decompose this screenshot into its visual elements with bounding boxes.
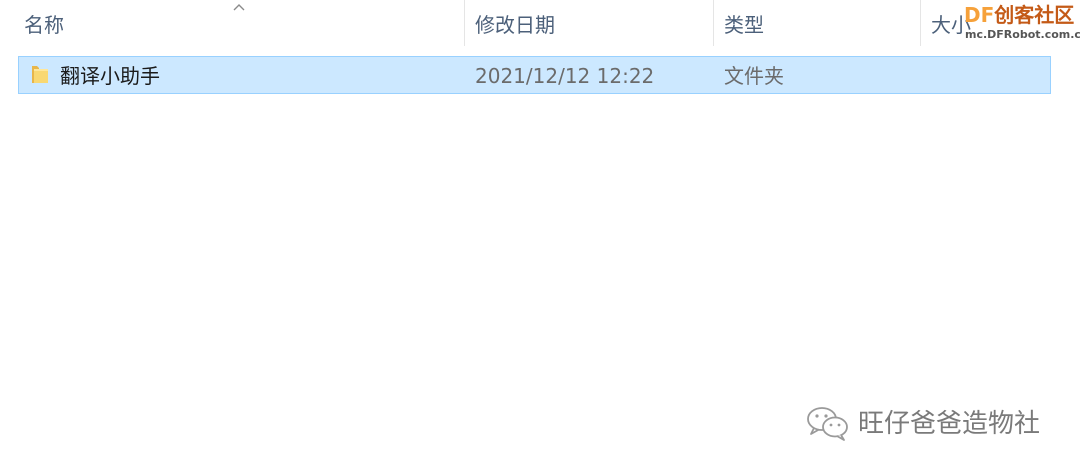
- dfrobot-logo-letters: DF: [964, 3, 995, 27]
- file-date-modified: 2021/12/12 12:22: [475, 64, 655, 88]
- wechat-icon: [807, 407, 848, 441]
- file-type: 文件夹: [724, 64, 784, 88]
- column-header-row: 名称 修改日期 类型 大小: [0, 0, 1080, 50]
- column-divider[interactable]: [920, 0, 921, 46]
- file-name[interactable]: 翻译小助手: [60, 57, 160, 93]
- column-divider[interactable]: [464, 0, 465, 46]
- file-row[interactable]: 翻译小助手 2021/12/12 12:22 文件夹: [18, 56, 1051, 94]
- sort-ascending-icon: [233, 4, 245, 11]
- column-divider[interactable]: [713, 0, 714, 46]
- dfrobot-url: mc.DFRobot.com.cn: [965, 28, 1080, 41]
- column-header-date-modified[interactable]: 修改日期: [475, 0, 715, 48]
- wechat-account-name: 旺仔爸爸造物社: [858, 409, 1041, 439]
- file-explorer-details-view: 名称 修改日期 类型 大小 DF创客社区 mc.DFRobot.com.cn 翻…: [0, 0, 1080, 471]
- column-header-type[interactable]: 类型: [724, 0, 919, 48]
- wechat-watermark: 旺仔爸爸造物社: [806, 402, 1056, 446]
- dfrobot-logo-text: 创客社区: [994, 3, 1075, 27]
- dfrobot-watermark: DF创客社区 mc.DFRobot.com.cn: [964, 3, 1080, 47]
- folder-icon: [32, 66, 48, 83]
